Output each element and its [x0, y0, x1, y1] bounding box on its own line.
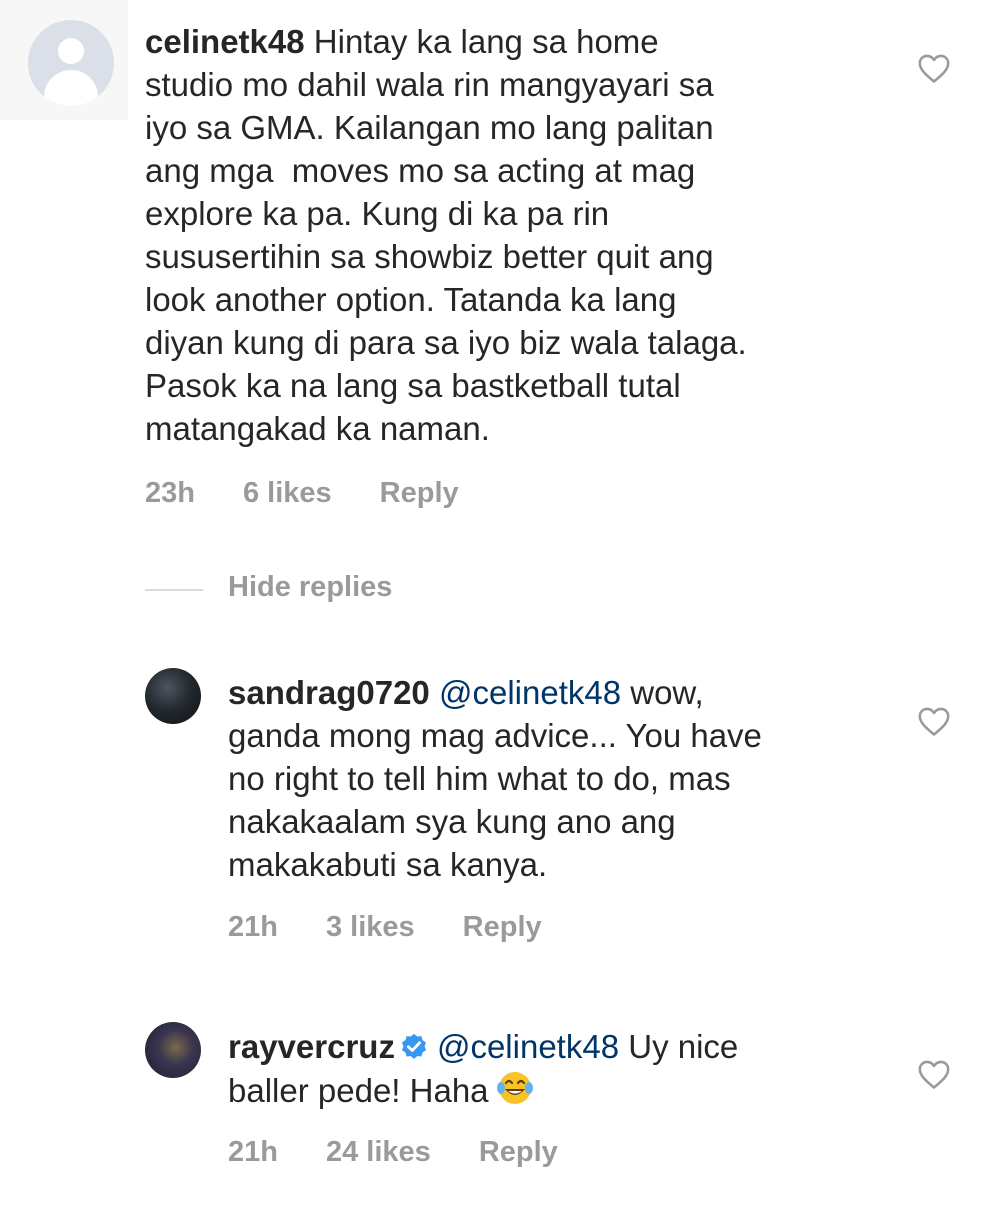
reply-mention[interactable]: @celinetk48: [439, 674, 621, 711]
reply-meta: 21h 24 likes Reply: [228, 1136, 606, 1169]
reply-time: 21h: [228, 1136, 278, 1168]
comment-meta: 23h 6 likes Reply: [145, 477, 507, 510]
reply-text-rest: baller pede! Haha: [228, 1072, 489, 1109]
reply-meta: 21h 3 likes Reply: [228, 911, 590, 944]
heart-icon[interactable]: [917, 52, 951, 84]
default-avatar-body: [44, 70, 98, 106]
face-with-tears-of-joy-icon: [496, 1072, 533, 1104]
reply-first-line-rest: Uy nice: [619, 1028, 739, 1065]
reply-likes[interactable]: 24 likes: [326, 1136, 431, 1169]
heart-icon[interactable]: [917, 1058, 951, 1090]
reply-reply-button[interactable]: Reply: [463, 911, 542, 944]
comment-username[interactable]: celinetk48: [145, 23, 305, 60]
reply-first-line-rest: wow,: [621, 674, 704, 711]
heart-icon[interactable]: [917, 705, 951, 737]
reply-username[interactable]: sandrag0720: [228, 674, 430, 711]
default-avatar-head: [58, 38, 84, 64]
comment-first-line: Hintay ka lang sa home: [304, 23, 659, 60]
avatar-sandrag0720[interactable]: [145, 668, 201, 724]
hide-replies-line: [145, 589, 203, 591]
comment-likes[interactable]: 6 likes: [243, 477, 332, 510]
reply-body: sandrag0720 @celinetk48 wow, ganda mong …: [228, 671, 762, 886]
comment-text-rest: studio mo dahil wala rin mangyayari sa i…: [145, 66, 747, 447]
reply-body: rayvercruz @celinetk48 Uy nice baller ped…: [228, 1025, 738, 1112]
reply-likes[interactable]: 3 likes: [326, 911, 415, 944]
avatar-celinetk48[interactable]: [28, 20, 114, 106]
reply-reply-button[interactable]: Reply: [479, 1136, 558, 1169]
reply-time: 21h: [228, 911, 278, 943]
comment-reply-button[interactable]: Reply: [380, 477, 459, 510]
comment-time: 23h: [145, 477, 195, 509]
verified-badge-icon: [401, 1033, 426, 1059]
reply-username[interactable]: rayvercruz: [228, 1028, 395, 1065]
avatar-rayvercruz[interactable]: [145, 1022, 201, 1078]
reply-mention[interactable]: @celinetk48: [437, 1028, 619, 1065]
comment-body: celinetk48 Hintay ka lang sa home studio…: [145, 20, 747, 450]
reply-text-rest: ganda mong mag advice... You have no rig…: [228, 717, 762, 883]
hide-replies-button[interactable]: Hide replies: [228, 571, 392, 604]
